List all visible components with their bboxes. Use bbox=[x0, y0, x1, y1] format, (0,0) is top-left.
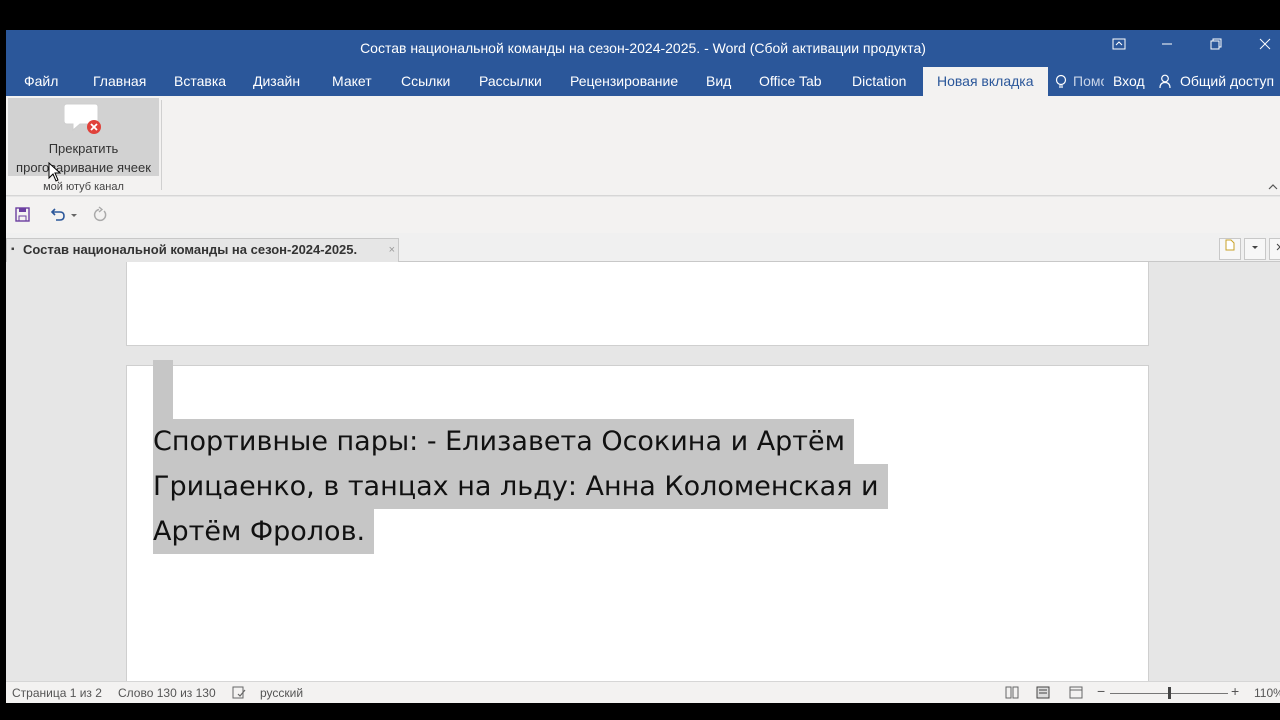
document-area[interactable]: Спортивные пары: - Елизавета Осокина и А… bbox=[6, 262, 1280, 681]
document-tab-title: Состав национальной команды на сезон-202… bbox=[23, 242, 358, 257]
undo-dropdown-icon[interactable] bbox=[69, 206, 79, 224]
zoom-in-icon[interactable]: + bbox=[1231, 683, 1239, 699]
document-tab-strip: ▪ Состав национальной команды на сезон-2… bbox=[6, 233, 1280, 262]
tell-me-box[interactable]: Помощник bbox=[1052, 67, 1104, 96]
ribbon: Прекратить проговаривание ячеек мой ютуб… bbox=[6, 96, 1280, 196]
tab-dictation[interactable]: Dictation bbox=[852, 67, 906, 96]
window-title: Состав национальной команды на сезон-202… bbox=[360, 40, 926, 56]
selected-paragraph[interactable]: Спортивные пары: - Елизавета Осокина и А… bbox=[153, 419, 913, 554]
language-indicator[interactable]: русский bbox=[260, 686, 303, 700]
tell-me-text: Помощник bbox=[1073, 73, 1104, 89]
group-separator bbox=[161, 100, 162, 190]
button-label-line1: Прекратить bbox=[48, 141, 119, 156]
tab-insert[interactable]: Вставка bbox=[174, 67, 226, 96]
paragraph-line-2: Грицаенко, в танцах на льду: Анна Коломе… bbox=[153, 464, 888, 509]
paragraph-line-1: Спортивные пары: - Елизавета Осокина и А… bbox=[153, 419, 855, 464]
document-tab-dot-icon: ▪ bbox=[11, 244, 15, 255]
speech-bubble-cancel-icon bbox=[64, 103, 101, 134]
word-count[interactable]: Слово 130 из 130 bbox=[118, 686, 216, 700]
video-letterbox-bottom bbox=[0, 703, 1280, 720]
tab-review[interactable]: Рецензирование bbox=[570, 67, 678, 96]
tab-mailings[interactable]: Рассылки bbox=[479, 67, 542, 96]
quick-access-toolbar bbox=[6, 197, 1280, 233]
restore-icon[interactable] bbox=[1201, 36, 1231, 58]
tab-layout[interactable]: Макет bbox=[332, 67, 372, 96]
redo-icon[interactable] bbox=[91, 206, 109, 224]
document-tab[interactable]: ▪ Состав национальной команды на сезон-2… bbox=[6, 238, 399, 262]
tab-view[interactable]: Вид bbox=[706, 67, 731, 96]
status-bar: Страница 1 из 2 Слово 130 из 130 русский… bbox=[6, 681, 1280, 703]
page-1-bottom bbox=[126, 262, 1149, 346]
tab-new-tab[interactable]: Новая вкладка bbox=[923, 67, 1048, 96]
tab-home[interactable]: Главная bbox=[93, 67, 146, 96]
zoom-level[interactable]: 110% bbox=[1254, 686, 1280, 700]
paragraph-line-3: Артём Фролов. bbox=[153, 509, 375, 554]
minimize-icon[interactable] bbox=[1152, 36, 1182, 58]
ribbon-group-label: мой ютуб канал bbox=[43, 181, 124, 193]
video-letterbox-top bbox=[0, 0, 1280, 30]
undo-icon[interactable] bbox=[49, 206, 67, 224]
ribbon-display-options-icon[interactable] bbox=[1104, 36, 1134, 58]
print-layout-icon[interactable] bbox=[1036, 686, 1050, 699]
tab-references[interactable]: Ссылки bbox=[401, 67, 450, 96]
stop-speaking-cells-button[interactable]: Прекратить проговаривание ячеек bbox=[8, 98, 159, 176]
lightbulb-icon bbox=[1055, 74, 1067, 88]
word-window: Состав национальной команды на сезон-202… bbox=[6, 30, 1280, 703]
close-all-tabs-icon[interactable] bbox=[1269, 238, 1280, 260]
web-layout-icon[interactable] bbox=[1069, 686, 1083, 699]
person-icon bbox=[1159, 74, 1171, 89]
mouse-pointer-icon bbox=[48, 162, 62, 182]
selected-empty-line bbox=[153, 360, 173, 422]
share-label: Общий доступ bbox=[1180, 73, 1275, 89]
sign-in-link[interactable]: Вход bbox=[1113, 67, 1145, 96]
tab-file[interactable]: Файл bbox=[24, 67, 58, 96]
tab-design[interactable]: Дизайн bbox=[253, 67, 300, 96]
tab-office-tab[interactable]: Office Tab bbox=[759, 67, 822, 96]
page-count[interactable]: Страница 1 из 2 bbox=[12, 686, 102, 700]
ribbon-tab-bar: Файл Главная Вставка Дизайн Макет Ссылки… bbox=[6, 67, 1280, 96]
collapse-ribbon-icon[interactable] bbox=[1268, 180, 1278, 193]
zoom-slider-thumb[interactable] bbox=[1168, 687, 1171, 699]
read-mode-icon[interactable] bbox=[1005, 686, 1019, 699]
button-label-line2: проговаривание ячеек bbox=[16, 160, 151, 175]
save-icon[interactable] bbox=[14, 206, 32, 224]
zoom-out-icon[interactable]: − bbox=[1097, 683, 1105, 699]
new-document-icon[interactable] bbox=[1219, 238, 1241, 260]
tab-list-dropdown-icon[interactable] bbox=[1244, 238, 1266, 260]
document-tab-close-icon[interactable]: × bbox=[389, 239, 395, 261]
title-bar: Состав национальной команды на сезон-202… bbox=[6, 30, 1280, 67]
proofing-icon[interactable] bbox=[232, 686, 246, 699]
close-icon[interactable] bbox=[1250, 36, 1280, 58]
